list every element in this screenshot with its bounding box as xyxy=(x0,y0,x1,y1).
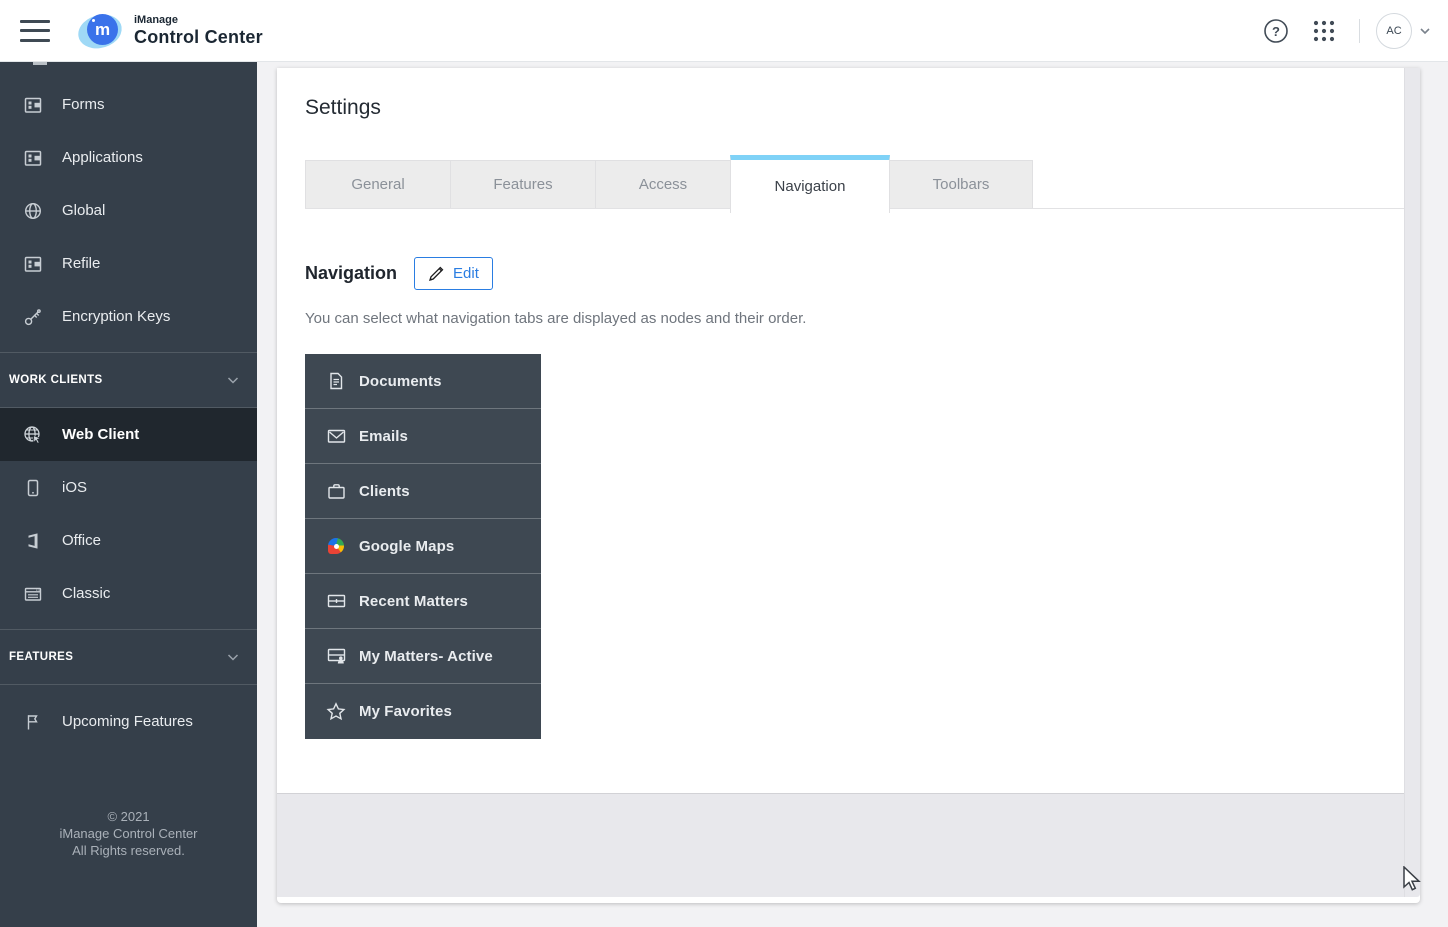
sidebar-item-ios[interactable]: iOS xyxy=(0,461,257,514)
sidebar-item-label: Encryption Keys xyxy=(62,308,170,325)
brand-name: Control Center xyxy=(134,28,263,46)
globe-icon xyxy=(22,201,44,221)
sidebar-item-label: Applications xyxy=(62,149,143,166)
list-item-label: My Favorites xyxy=(359,703,452,720)
sidebar-item-label: Global xyxy=(62,202,105,219)
puzzle-icon xyxy=(22,254,44,274)
chevron-down-icon xyxy=(225,649,241,665)
list-item-label: Recent Matters xyxy=(359,593,468,610)
list-item-label: Emails xyxy=(359,428,408,445)
sidebar-item-encryption-keys[interactable]: Encryption Keys xyxy=(0,290,257,343)
help-button[interactable]: ? xyxy=(1259,14,1293,48)
office-icon xyxy=(22,531,44,551)
list-item-label: Documents xyxy=(359,373,442,390)
puzzle-icon xyxy=(22,95,44,115)
apps-grid-button[interactable] xyxy=(1307,14,1341,48)
list-item-clients: Clients xyxy=(305,464,541,519)
list-item-google-maps: Google Maps xyxy=(305,519,541,574)
flag-icon xyxy=(22,712,44,732)
document-icon xyxy=(326,371,346,391)
section-label: WORK CLIENTS xyxy=(9,374,103,386)
web-globe-icon xyxy=(22,424,44,446)
tab-access[interactable]: Access xyxy=(595,160,731,208)
help-icon: ? xyxy=(1263,18,1289,44)
list-item-recent-matters: Recent Matters xyxy=(305,574,541,629)
app-logo[interactable]: m iManage Control Center xyxy=(78,11,263,51)
user-avatar[interactable]: AC xyxy=(1376,13,1412,49)
sidebar-item-web-client[interactable]: Web Client xyxy=(0,408,257,461)
sidebar-section-work-clients[interactable]: WORK CLIENTS xyxy=(0,352,257,408)
email-icon xyxy=(326,428,346,444)
sidebar-item-upcoming-features[interactable]: Upcoming Features xyxy=(0,695,257,748)
sidebar-item-refile[interactable]: Refile xyxy=(0,237,257,290)
list-item-documents: Documents xyxy=(305,354,541,409)
vertical-scrollbar[interactable] xyxy=(1404,68,1420,897)
apps-grid-icon xyxy=(1312,19,1336,43)
matter-user-icon xyxy=(326,647,346,665)
tab-features[interactable]: Features xyxy=(450,160,596,208)
section-label: FEATURES xyxy=(9,651,73,663)
phone-icon xyxy=(22,478,44,498)
tab-navigation[interactable]: Navigation xyxy=(730,155,890,213)
clipped-sidebar-item-icon xyxy=(33,62,47,65)
svg-text:?: ? xyxy=(1272,24,1280,39)
briefcase-icon xyxy=(326,482,346,500)
app-header: m iManage Control Center ? AC xyxy=(0,0,1448,62)
sidebar-item-label: iOS xyxy=(62,479,87,496)
logo-letter: m xyxy=(95,21,110,38)
copyright-rights: All Rights reserved. xyxy=(0,842,257,859)
page-title: Settings xyxy=(277,68,1404,120)
copyright-year: © 2021 xyxy=(0,808,257,825)
header-divider xyxy=(1359,19,1360,43)
matter-icon xyxy=(326,593,346,609)
list-item-my-matters-active: My Matters- Active xyxy=(305,629,541,684)
settings-tab-strip: General Features Access Navigation Toolb… xyxy=(305,156,1404,209)
chevron-down-icon xyxy=(225,372,241,388)
sidebar-item-label: Upcoming Features xyxy=(62,713,193,730)
google-maps-icon xyxy=(326,538,346,554)
list-item-my-favorites: My Favorites xyxy=(305,684,541,739)
sidebar-section-features[interactable]: FEATURES xyxy=(0,629,257,685)
edit-button-label: Edit xyxy=(453,265,479,282)
imanage-logo-icon: m xyxy=(78,11,124,51)
copyright-name: iManage Control Center xyxy=(0,825,257,842)
key-icon xyxy=(22,307,44,327)
hamburger-menu-icon[interactable] xyxy=(20,20,50,42)
main-panel: Settings General Features Access Navigat… xyxy=(277,68,1420,903)
sidebar-item-label: Forms xyxy=(62,96,105,113)
edit-button[interactable]: Edit xyxy=(414,257,493,290)
sidebar-item-label: Refile xyxy=(62,255,100,272)
navigation-order-list: Documents Emails Clients Google Maps xyxy=(305,354,541,739)
content-footer-area xyxy=(277,793,1404,897)
puzzle-icon xyxy=(22,148,44,168)
tab-toolbars[interactable]: Toolbars xyxy=(889,160,1033,208)
sidebar-item-label: Office xyxy=(62,532,101,549)
star-icon xyxy=(326,702,346,721)
sidebar: Forms Applications Global Refile Encrypt xyxy=(0,62,257,927)
list-item-label: My Matters- Active xyxy=(359,648,493,665)
sidebar-item-global[interactable]: Global xyxy=(0,184,257,237)
sidebar-item-forms[interactable]: Forms xyxy=(0,78,257,131)
pencil-icon xyxy=(428,265,445,282)
section-description: You can select what navigation tabs are … xyxy=(305,310,1404,327)
section-heading: Navigation xyxy=(305,263,397,284)
list-item-label: Clients xyxy=(359,483,410,500)
list-item-emails: Emails xyxy=(305,409,541,464)
tab-general[interactable]: General xyxy=(305,160,451,208)
sidebar-item-applications[interactable]: Applications xyxy=(0,131,257,184)
brand-name-small: iManage xyxy=(134,15,263,26)
sidebar-item-office[interactable]: Office xyxy=(0,514,257,567)
sidebar-item-classic[interactable]: Classic xyxy=(0,567,257,620)
list-item-label: Google Maps xyxy=(359,538,454,555)
sidebar-footer: © 2021 iManage Control Center All Rights… xyxy=(0,808,257,859)
window-icon xyxy=(22,584,44,604)
sidebar-item-label: Classic xyxy=(62,585,110,602)
account-menu-chevron-icon[interactable] xyxy=(1418,24,1432,38)
sidebar-item-label: Web Client xyxy=(62,426,139,443)
